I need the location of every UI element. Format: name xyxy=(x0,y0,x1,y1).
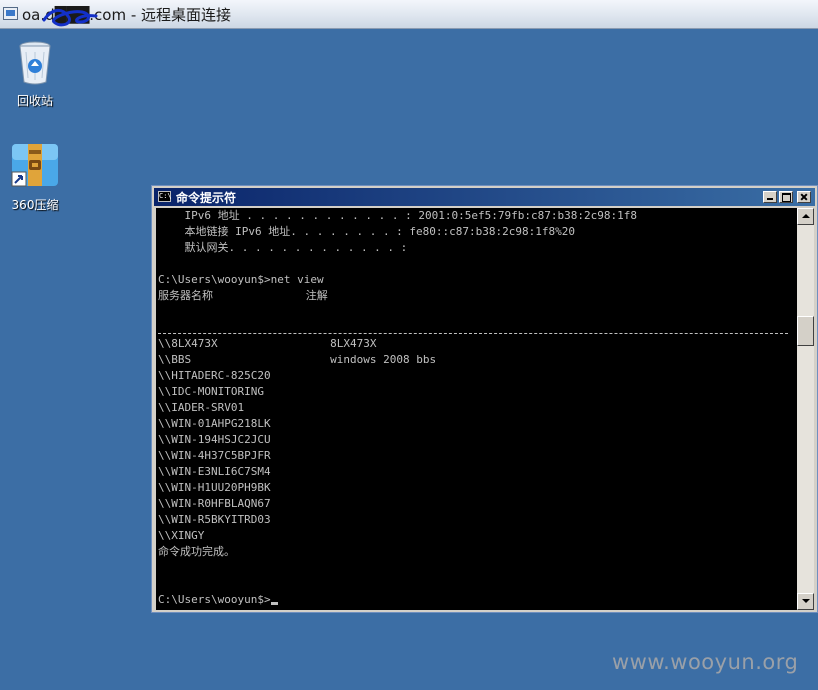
archive-icon xyxy=(11,144,58,187)
console-line: \\BBS windows 2008 bbs xyxy=(158,353,437,366)
desktop-icon-recycle-bin[interactable]: 回收站 xyxy=(0,38,70,109)
watermark: www.wooyun.org xyxy=(612,650,799,674)
console-line: \\HITADERC-825C20 xyxy=(158,369,271,382)
maximize-button[interactable] xyxy=(779,191,793,203)
console-line: \\8LX473X 8LX473X xyxy=(158,337,377,350)
text-cursor xyxy=(270,602,278,605)
cmd-window[interactable]: C:\ 命令提示符 IPv6 地址 . . . . . . . . . . . … xyxy=(151,185,818,613)
scroll-up-button[interactable] xyxy=(797,208,814,225)
console-line: \\WIN-R5BKYITRD03 xyxy=(158,513,271,526)
console-line: \\IDC-MONITORING xyxy=(158,385,264,398)
minimize-button[interactable] xyxy=(763,191,777,203)
console-line: \\WIN-E3NLI6C7SM4 xyxy=(158,465,271,478)
desktop-icon-360zip[interactable]: 360压缩 xyxy=(0,140,70,213)
console-line: \\WIN-194HSJC2JCU xyxy=(158,433,271,446)
console-line: \\WIN-4H37C5BPJFR xyxy=(158,449,271,462)
desktop-icon-label: 回收站 xyxy=(16,94,53,108)
column-divider xyxy=(158,333,788,334)
console-line: 默认网关. . . . . . . . . . . . . : xyxy=(158,241,408,254)
close-button[interactable] xyxy=(797,191,811,203)
console-line: IPv6 地址 . . . . . . . . . . . . : 2001:0… xyxy=(158,209,637,222)
console-line: \\WIN-H1UU20PH9BK xyxy=(158,481,271,494)
cmd-title-bar[interactable]: C:\ 命令提示符 xyxy=(154,188,815,206)
scroll-thumb[interactable] xyxy=(797,316,814,346)
desktop-icon-label: 360压缩 xyxy=(11,198,59,212)
recycle-bin-icon xyxy=(19,41,51,85)
console-icon: C:\ xyxy=(158,191,172,202)
prompt-text: C:\Users\wooyun$> xyxy=(158,593,271,606)
console-line: 本地链接 IPv6 地址. . . . . . . . : fe80::c87:… xyxy=(158,225,575,238)
rdp-title-bar[interactable]: oa.d███.com - 远程桌面连接 xyxy=(0,0,818,29)
cmd-window-title: 命令提示符 xyxy=(176,191,237,205)
scroll-down-button[interactable] xyxy=(797,593,814,610)
console-line: \\IADER-SRV01 xyxy=(158,401,245,414)
console-output[interactable]: IPv6 地址 . . . . . . . . . . . . : 2001:0… xyxy=(156,208,797,610)
vertical-scrollbar[interactable] xyxy=(797,208,814,610)
console-line: 服务器名称 注解 xyxy=(158,289,328,302)
console-line: \\XINGY xyxy=(158,529,205,542)
console-line: 命令成功完成。 xyxy=(158,545,235,558)
command-prompt-line[interactable]: C:\Users\wooyun$> xyxy=(158,592,278,608)
console-line: \\WIN-01AHPG218LK xyxy=(158,417,271,430)
remote-desktop-icon xyxy=(3,7,18,20)
redaction-scribble-icon xyxy=(42,9,98,27)
console-line: \\WIN-R0HFBLAQN67 xyxy=(158,497,271,510)
console-line: C:\Users\wooyun$>net view xyxy=(158,273,324,286)
